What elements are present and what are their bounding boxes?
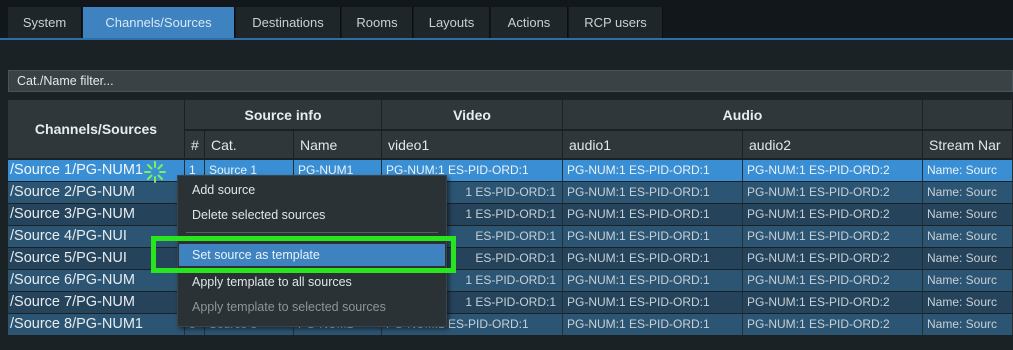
row-audio2: PG-NUM:1 ES-PID-ORD:2 bbox=[743, 226, 923, 247]
busy-cursor-icon bbox=[144, 161, 166, 183]
row-audio2: PG-NUM:1 ES-PID-ORD:2 bbox=[743, 248, 923, 269]
row-audio1: PG-NUM:1 ES-PID-ORD:1 bbox=[563, 226, 743, 247]
column-name[interactable]: Name bbox=[294, 131, 382, 159]
header-stream bbox=[923, 100, 1013, 130]
row-audio2: PG-NUM:1 ES-PID-ORD:2 bbox=[743, 182, 923, 203]
table-row[interactable]: /Source 8/PG-NUM1 8 Source 8 PG-NUM1 PG-… bbox=[8, 314, 1013, 335]
row-stream-name: Name: Sourc bbox=[923, 248, 1013, 269]
tab-rcp-users[interactable]: RCP users bbox=[569, 7, 663, 38]
tab-destinations[interactable]: Destinations bbox=[236, 7, 341, 38]
row-stream-name: Name: Sourc bbox=[923, 182, 1013, 203]
row-audio1: PG-NUM:1 ES-PID-ORD:1 bbox=[563, 204, 743, 225]
row-stream-name: Name: Sourc bbox=[923, 270, 1013, 291]
row-audio1: PG-NUM:1 ES-PID-ORD:1 bbox=[563, 292, 743, 313]
row-path: /Source 2/PG-NUM bbox=[8, 182, 185, 203]
row-path: /Source 7/PG-NUM bbox=[8, 292, 185, 313]
row-audio2: PG-NUM:1 ES-PID-ORD:2 bbox=[743, 314, 923, 335]
row-audio2: PG-NUM:1 ES-PID-ORD:2 bbox=[743, 270, 923, 291]
row-path: /Source 3/PG-NUM bbox=[8, 204, 185, 225]
column-audio2[interactable]: audio2 bbox=[743, 131, 923, 159]
row-stream-name: Name: Sourc bbox=[923, 292, 1013, 313]
table-row[interactable]: /Source 2/PG-NUM 1 ES-PID-ORD:1 PG-NUM:1… bbox=[8, 182, 1013, 203]
row-audio2: PG-NUM:1 ES-PID-ORD:2 bbox=[743, 160, 923, 181]
header-audio: Audio bbox=[563, 100, 923, 130]
tab-actions[interactable]: Actions bbox=[491, 7, 568, 38]
tab-rooms[interactable]: Rooms bbox=[342, 7, 413, 38]
row-audio2: PG-NUM:1 ES-PID-ORD:2 bbox=[743, 292, 923, 313]
row-audio1: PG-NUM:1 ES-PID-ORD:1 bbox=[563, 182, 743, 203]
row-audio1: PG-NUM:1 ES-PID-ORD:1 bbox=[563, 248, 743, 269]
row-stream-name: Name: Sourc bbox=[923, 160, 1013, 181]
row-stream-name: Name: Sourc bbox=[923, 226, 1013, 247]
column-stream-name[interactable]: Stream Nar bbox=[923, 131, 1013, 159]
table-row[interactable]: /Source 7/PG-NUM 1 ES-PID-ORD:1 PG-NUM:1… bbox=[8, 292, 1013, 313]
tab-layouts[interactable]: Layouts bbox=[414, 7, 490, 38]
header-source-info: Source info bbox=[185, 100, 382, 130]
highlight-box bbox=[151, 236, 456, 273]
menu-separator bbox=[186, 232, 438, 233]
row-audio2: PG-NUM:1 ES-PID-ORD:2 bbox=[743, 204, 923, 225]
row-path: /Source 8/PG-NUM1 bbox=[8, 314, 185, 335]
toolbar-gap bbox=[0, 40, 1013, 68]
row-audio1: PG-NUM:1 ES-PID-ORD:1 bbox=[563, 270, 743, 291]
table-row[interactable]: /Source 3/PG-NUM 1 ES-PID-ORD:1 PG-NUM:1… bbox=[8, 204, 1013, 225]
header-video: Video bbox=[382, 100, 563, 130]
column-audio1[interactable]: audio1 bbox=[563, 131, 743, 159]
table-row[interactable]: /Source 6/PG-NUM 1 ES-PID-ORD:1 PG-NUM:1… bbox=[8, 270, 1013, 291]
menu-item-apply-template-all[interactable]: Apply template to all sources bbox=[179, 271, 445, 293]
menu-item-apply-template-selected: Apply template to selected sources bbox=[192, 300, 386, 314]
name-filter-input[interactable]: Cat./Name filter... bbox=[8, 70, 1013, 92]
column-video1[interactable]: video1 bbox=[382, 131, 563, 159]
tab-channels-sources[interactable]: Channels/Sources bbox=[83, 7, 235, 38]
column-number[interactable]: # bbox=[185, 131, 205, 159]
menu-item-add-source[interactable]: Add source bbox=[179, 179, 445, 201]
row-audio1: PG-NUM:1 ES-PID-ORD:1 bbox=[563, 314, 743, 335]
row-stream-name: Name: Sourc bbox=[923, 314, 1013, 335]
row-audio1: PG-NUM:1 ES-PID-ORD:1 bbox=[563, 160, 743, 181]
tab-bar: System Channels/Sources Destinations Roo… bbox=[0, 0, 1013, 40]
column-category[interactable]: Cat. bbox=[205, 131, 294, 159]
menu-item-delete-selected-sources[interactable]: Delete selected sources bbox=[179, 204, 445, 226]
tab-system[interactable]: System bbox=[8, 7, 82, 38]
row-path: /Source 6/PG-NUM bbox=[8, 270, 185, 291]
header-channels-sources[interactable]: Channels/Sources bbox=[8, 100, 185, 159]
row-stream-name: Name: Sourc bbox=[923, 204, 1013, 225]
